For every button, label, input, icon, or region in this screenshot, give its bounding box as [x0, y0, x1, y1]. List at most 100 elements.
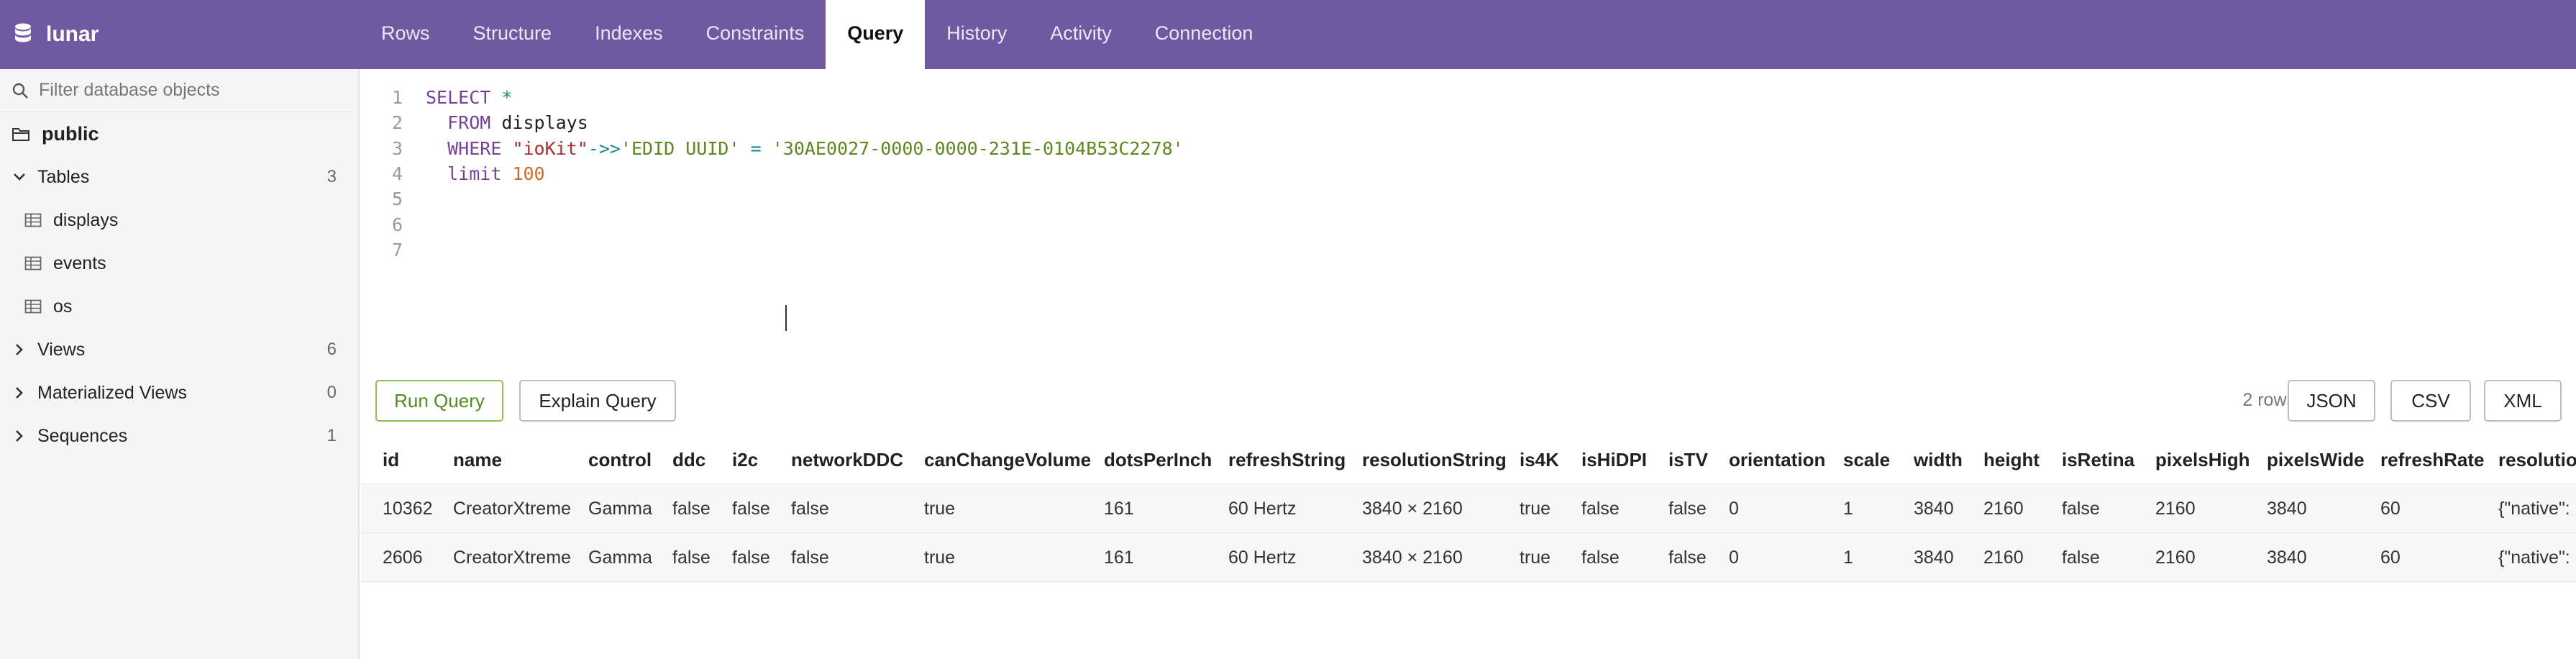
tab-rows[interactable]: Rows	[360, 0, 452, 69]
tab-connection[interactable]: Connection	[1133, 0, 1275, 69]
code-token: SELECT	[426, 87, 491, 108]
code-token: =	[750, 137, 762, 159]
table-cell: 2160	[1983, 547, 2024, 568]
group-label: Sequences	[37, 425, 128, 446]
column-header[interactable]: networkDDC	[791, 449, 903, 471]
table-cell: 1	[1843, 499, 1853, 519]
filter-input[interactable]	[39, 80, 341, 101]
export-xml-button[interactable]: XML	[2484, 380, 2562, 422]
group-materialized-views[interactable]: Materialized Views 0	[0, 371, 358, 414]
sql-editor[interactable]: 1 SELECT * 2 FROM displays 3 WHERE "ioKit"-…	[361, 69, 2576, 371]
table-cell: 2160	[2155, 499, 2196, 519]
column-header[interactable]: isTV	[1668, 449, 1708, 471]
code-token: 'EDID UUID'	[620, 137, 740, 159]
schema-public[interactable]: public	[0, 112, 358, 155]
column-header[interactable]: i2c	[732, 449, 758, 471]
table-cell: 60	[2380, 547, 2401, 568]
column-header[interactable]: control	[588, 449, 652, 471]
column-header[interactable]: width	[1914, 449, 1963, 471]
code-token: limit	[447, 163, 502, 184]
table-cell: true	[924, 547, 956, 568]
table-cell: 3840	[2267, 499, 2307, 519]
table-cell: {"native":	[2498, 547, 2570, 568]
export-csv-button[interactable]: CSV	[2390, 380, 2471, 422]
table-cell: 60	[2380, 499, 2401, 519]
table-cell: false	[1668, 499, 1707, 519]
line-number: 7	[391, 239, 403, 260]
table-cell: 3840	[2267, 547, 2307, 568]
column-header[interactable]: ddc	[672, 449, 705, 471]
table-cell: false	[1668, 547, 1707, 568]
line-number: 6	[391, 214, 403, 235]
tab-activity[interactable]: Activity	[1028, 0, 1133, 69]
explain-query-button[interactable]: Explain Query	[519, 380, 676, 422]
group-tables[interactable]: Tables 3	[0, 155, 358, 199]
column-header[interactable]: isHiDPI	[1581, 449, 1647, 471]
table-cell: true	[1520, 547, 1551, 568]
table-row[interactable]: 10362 CreatorXtreme Gamma false false false tr…	[361, 483, 2576, 532]
code-line: 7	[361, 237, 403, 263]
table-cell: 2606	[383, 547, 423, 568]
tab-structure[interactable]: Structure	[452, 0, 574, 69]
column-header[interactable]: pixelsHigh	[2155, 449, 2250, 471]
code-token: WHERE	[447, 137, 502, 159]
table-cell: false	[791, 499, 829, 519]
group-count: 6	[326, 340, 337, 359]
export-json-button[interactable]: JSON	[2288, 380, 2375, 422]
table-cell: false	[2062, 547, 2100, 568]
tab-history[interactable]: History	[925, 0, 1028, 69]
column-header[interactable]: name	[453, 449, 502, 471]
table-cell: false	[672, 547, 711, 568]
column-header[interactable]: refreshRate	[2380, 449, 2485, 471]
column-header[interactable]: scale	[1843, 449, 1890, 471]
table-cell: 0	[1729, 499, 1739, 519]
line-number: 3	[391, 137, 403, 159]
table-cell: 60 Hertz	[1228, 547, 1297, 568]
column-header[interactable]: isRetina	[2062, 449, 2134, 471]
code-text: WHERE "ioKit"->>'EDID UUID' = '30AE0027-…	[426, 136, 1184, 162]
group-sequences[interactable]: Sequences 1	[0, 414, 358, 458]
tab-query[interactable]: Query	[826, 0, 926, 69]
chevron-right-icon	[16, 387, 23, 399]
table-item-events[interactable]: events	[0, 242, 358, 285]
table-item-label: os	[53, 296, 73, 317]
column-header[interactable]: height	[1983, 449, 2040, 471]
brand: lunar	[0, 0, 360, 69]
code-line: 3 WHERE "ioKit"->>'EDID UUID' = '30AE002…	[361, 136, 1184, 162]
tab-constraints[interactable]: Constraints	[685, 0, 826, 69]
group-label: Materialized Views	[37, 382, 187, 403]
code-token: ->>	[588, 137, 621, 159]
column-header[interactable]: resolutionString	[1362, 449, 1507, 471]
column-header[interactable]: refreshString	[1228, 449, 1346, 471]
table-row[interactable]: 2606 CreatorXtreme Gamma false false false tru…	[361, 532, 2576, 581]
table-cell: 60 Hertz	[1228, 499, 1297, 519]
column-header[interactable]: dotsPerInch	[1104, 449, 1212, 471]
table-cell: 161	[1104, 499, 1134, 519]
group-count: 0	[326, 383, 337, 402]
object-groups: Tables 3 displays events os Views 6 Materialize…	[0, 155, 358, 458]
table-item-os[interactable]: os	[0, 285, 358, 328]
chevron-down-icon	[14, 173, 25, 181]
group-views[interactable]: Views 6	[0, 328, 358, 371]
table-cell: 1	[1843, 547, 1853, 568]
group-count: 3	[326, 167, 337, 186]
sidebar: public Tables 3 displays events os Views 6 Mate…	[0, 69, 360, 659]
table-item-displays[interactable]: displays	[0, 199, 358, 242]
tab-indexes[interactable]: Indexes	[573, 0, 685, 69]
line-number: 2	[391, 112, 403, 134]
column-header[interactable]: is4K	[1520, 449, 1559, 471]
column-header[interactable]: resolutio	[2498, 449, 2576, 471]
run-query-button[interactable]: Run Query	[375, 380, 503, 422]
table-cell: false	[732, 547, 770, 568]
column-header[interactable]: pixelsWide	[2267, 449, 2365, 471]
column-header[interactable]: orientation	[1729, 449, 1825, 471]
table-item-label: displays	[53, 209, 119, 230]
column-header[interactable]: canChangeVolume	[924, 449, 1091, 471]
app-name: lunar	[46, 22, 99, 46]
column-header[interactable]: id	[383, 449, 399, 471]
